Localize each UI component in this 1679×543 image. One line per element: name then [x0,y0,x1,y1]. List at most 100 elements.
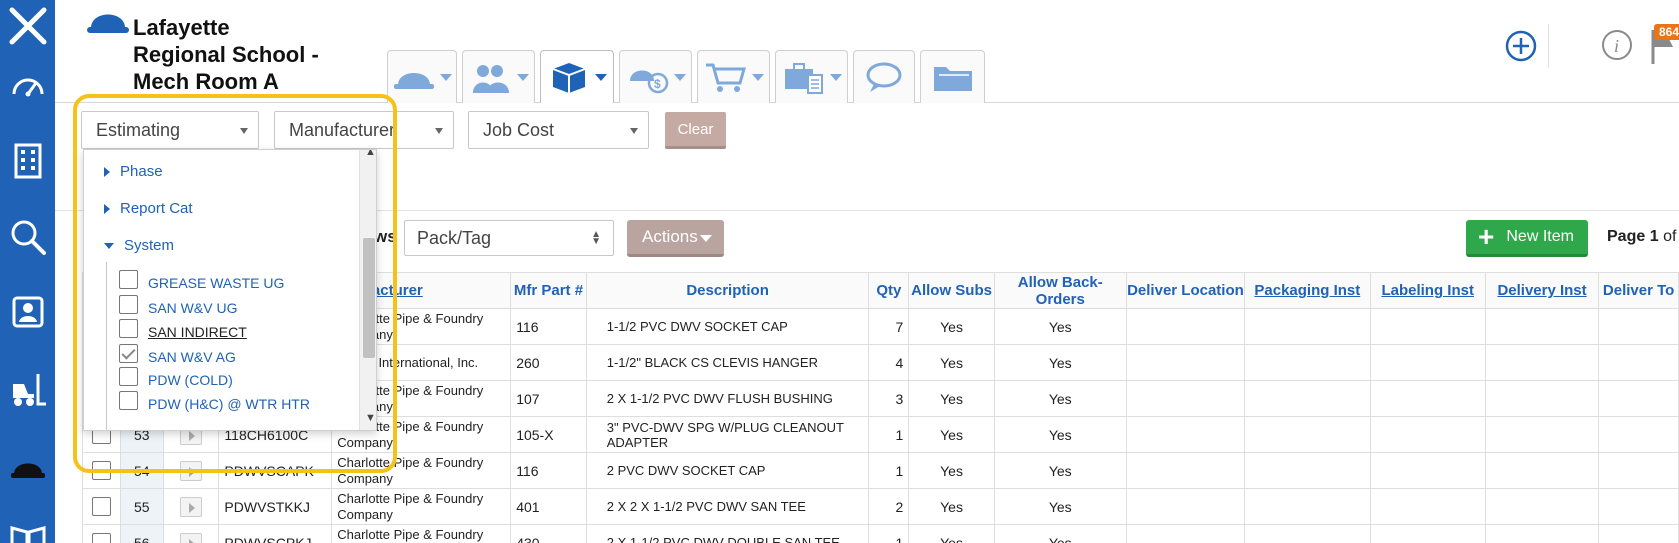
tab-hardhat[interactable] [387,50,457,103]
manufacturer-cell: Charlotte Pipe & Foundry Company [331,452,512,489]
option-label: SAN W&V UG [148,300,238,316]
row-select-cell [82,452,121,489]
option-checkbox[interactable] [119,294,138,314]
building-icon[interactable] [0,131,55,191]
col-deliver-location[interactable]: Deliver Location [1125,272,1246,309]
pagination-info: Page 1 of [1607,228,1676,246]
system-option[interactable]: SAN W&V AG [119,343,236,369]
table-row[interactable]: 56 PDWVSCPKJ Charlotte Pipe & Foundry Co… [82,524,1679,543]
forklift-icon[interactable] [0,360,55,420]
tab-files[interactable] [920,50,985,103]
col-deliver-to[interactable]: Deliver To [1598,272,1679,309]
labeling-inst-cell [1369,344,1486,381]
qty-cell: 3 [868,380,910,417]
updown-arrow-icon: ▲ ▼ [591,229,601,247]
tab-chat[interactable] [853,50,915,103]
allow-backorders-cell: Yes [993,416,1127,453]
add-button[interactable] [1493,24,1549,68]
chevron-down-icon [751,73,764,81]
tab-materials[interactable] [540,50,614,103]
allow-backorders-cell: Yes [993,488,1127,525]
search-icon[interactable] [0,207,55,267]
allow-backorders-cell: Yes [993,308,1127,345]
clear-filters-button[interactable]: Clear [665,112,726,149]
plus-icon: + [1478,221,1495,252]
chat-bubble-icon [866,62,902,92]
col-description[interactable]: Description [585,272,870,309]
description-cell: 2 X 1-1/2 PVC DWV FLUSH BUSHING [585,380,870,417]
system-option-hovered[interactable]: SAN INDIRECT [119,318,247,344]
contact-card-icon[interactable] [0,282,55,342]
scroll-down-arrow-icon[interactable]: ▼ [365,412,376,424]
mfr-part-cell: 401 [510,488,587,525]
col-labeling-inst[interactable]: Labeling Inst [1369,272,1486,309]
option-checkbox[interactable] [119,366,138,386]
plus-circle-icon [1505,30,1536,62]
labeling-inst-cell [1369,488,1486,525]
system-option[interactable]: SAN W&V UG [119,294,238,320]
col-packaging-inst[interactable]: Packaging Inst [1244,272,1371,309]
tab-reports[interactable] [775,50,848,103]
deliver-location-cell [1125,488,1246,525]
option-checkbox[interactable] [119,269,138,289]
estimating-filter-select[interactable]: Estimating [81,111,259,149]
group-by-select[interactable]: Pack/Tag ▲ ▼ [404,220,614,256]
mfr-part-cell: 105-X [510,416,587,453]
estimating-filter-value: Estimating [96,119,181,140]
dropdown-arrow-icon [435,128,443,134]
option-checkbox[interactable] [119,390,138,410]
info-icon[interactable]: i [1600,28,1634,62]
tree-node-label: Phase [120,163,163,180]
option-label: SAN W&V AG [148,349,236,365]
expand-row-button[interactable] [180,532,203,543]
mfr-part-cell: 430 [510,524,587,543]
option-label: PDW (COLD) [148,372,233,388]
cart-icon [705,63,746,92]
col-delivery-inst[interactable]: Delivery Inst [1484,272,1600,309]
tree-node-report-cat[interactable]: Report Cat [104,200,193,217]
close-x-icon[interactable] [0,0,55,56]
allow-backorders-cell: Yes [993,524,1127,543]
tab-purchasing[interactable] [697,50,770,103]
deliver-location-cell [1125,452,1246,489]
option-checkbox[interactable] [119,318,138,338]
tab-cost[interactable]: $ [619,50,692,103]
delivery-inst-cell [1484,416,1600,453]
manufacturer-filter-select[interactable]: Manufacturer [274,111,454,149]
col-mfr-part[interactable]: Mfr Part # [510,272,587,309]
speedometer-icon[interactable] [0,56,55,116]
table-row[interactable]: 54 PDWVSCAPK Charlotte Pipe & Foundry Co… [82,452,1679,489]
tree-node-phase[interactable]: Phase [104,163,163,180]
manufacturer-cell: Charlotte Pipe & Foundry Company [331,524,512,543]
actions-button[interactable]: Actions [627,220,724,257]
delivery-inst-cell [1484,308,1600,345]
col-allow-backorders[interactable]: Allow Back-Orders [993,272,1127,309]
workers-icon [472,65,509,93]
table-row[interactable]: 55 PDWVSTKKJ Charlotte Pipe & Foundry Co… [82,488,1679,525]
book-icon[interactable] [0,510,55,543]
expand-row-button[interactable] [180,496,203,517]
col-allow-subs[interactable]: Allow Subs [908,272,995,309]
row-checkbox[interactable] [91,497,111,516]
hardhat-icon[interactable] [0,436,55,496]
row-checkbox[interactable] [91,461,111,480]
tree-node-system[interactable]: System [104,237,174,254]
svg-text:i: i [1614,36,1619,56]
row-checkbox[interactable] [91,533,111,543]
system-option[interactable]: PDW (COLD) [119,366,233,392]
dropdown-scrollbar[interactable]: ▲ ▼ [359,150,376,430]
scroll-up-arrow-icon[interactable]: ▲ [365,150,376,158]
deliver-to-cell [1598,416,1679,453]
allow-subs-cell: Yes [908,344,995,381]
system-option[interactable]: PDW (H&C) @ WTR HTR [119,390,310,416]
new-item-button[interactable]: + New Item [1466,220,1588,257]
expand-row-button[interactable] [180,460,203,481]
project-title[interactable]: Lafayette Regional School - Mech Room A [133,14,323,95]
option-checkbox-checked[interactable] [119,343,138,363]
scroll-thumb[interactable] [363,238,375,358]
company-logo-icon [87,8,129,33]
tab-workers[interactable] [462,50,535,103]
system-option[interactable]: GREASE WASTE UG [119,269,284,295]
col-qty[interactable]: Qty [868,272,910,309]
job-cost-filter-select[interactable]: Job Cost [468,111,649,149]
